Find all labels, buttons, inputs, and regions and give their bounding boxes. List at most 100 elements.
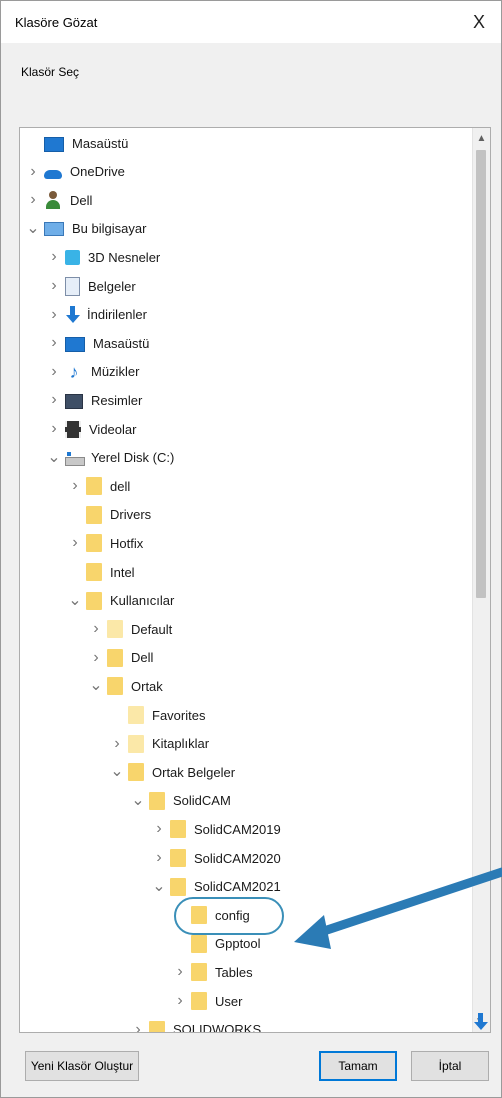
chevron-right-icon[interactable]: › [43, 363, 65, 381]
tree-item-label: Masaüstü [93, 335, 150, 351]
tree-item[interactable]: › SOLIDWORKS [127, 1017, 263, 1032]
chevron-right-icon[interactable]: › [64, 534, 86, 552]
computer-icon [44, 222, 64, 237]
chevron-right-icon[interactable]: › [169, 992, 191, 1010]
tree-item[interactable]: ⌄ SolidCAM2021 [148, 874, 283, 900]
chevron-down-icon[interactable]: ⌄ [106, 764, 128, 780]
cancel-button[interactable]: İptal [411, 1051, 489, 1081]
ok-button[interactable]: Tamam [319, 1051, 397, 1081]
tree-item[interactable]: › Dell [22, 187, 94, 213]
chevron-right-icon[interactable]: › [43, 420, 65, 438]
tree-item-label: Favorites [152, 707, 206, 723]
tree-item-label: Intel [110, 564, 135, 580]
chevron-right-icon[interactable]: › [106, 735, 128, 753]
tree-item[interactable]: › 3D Nesneler [43, 244, 162, 270]
chevron-right-icon[interactable]: › [43, 277, 65, 295]
tree-item[interactable]: ⌄ Ortak [85, 673, 165, 699]
chevron-right-icon[interactable]: › [127, 1021, 149, 1032]
chevron-right-icon[interactable]: › [43, 391, 65, 409]
chevron-right-icon[interactable]: › [169, 963, 191, 981]
tree-item-label: Dell [70, 192, 93, 208]
dialog-prompt: Klasör Seç [21, 65, 80, 79]
vertical-scrollbar[interactable]: ▲ ▼ [472, 128, 490, 1032]
drive-icon [65, 449, 85, 467]
desktop-icon [44, 136, 64, 152]
tree-item[interactable]: ⌄ SolidCAM [127, 788, 233, 814]
chevron-down-icon[interactable]: ⌄ [43, 449, 65, 465]
tree-item[interactable]: ⌄ Ortak Belgeler [106, 759, 237, 785]
chevron-right-icon[interactable]: › [43, 248, 65, 266]
tree-item-label: Yerel Disk (C:) [91, 450, 175, 466]
tree-item[interactable]: › Videolar [43, 416, 138, 442]
chevron-right-icon[interactable]: › [22, 191, 44, 209]
tree-item-label: 3D Nesneler [88, 249, 161, 265]
chevron-down-icon[interactable]: ⌄ [148, 878, 170, 894]
tree-item[interactable]: › Belgeler [43, 273, 138, 299]
close-icon[interactable]: X [457, 1, 501, 43]
chevron-right-icon[interactable]: › [148, 820, 170, 838]
scroll-down-icon[interactable]: ▼ [473, 1013, 488, 1030]
pictures-icon [65, 393, 83, 409]
tree-item[interactable]: › ♪ Müzikler [43, 359, 141, 385]
tree-item[interactable]: › SolidCAM2019 [148, 816, 283, 842]
folder-icon [191, 963, 207, 982]
tree-item[interactable]: ⌄ Bu bilgisayar [22, 216, 148, 242]
tree-item[interactable]: › User [169, 988, 244, 1014]
folder-icon [86, 563, 102, 581]
chevron-down-icon[interactable]: ⌄ [64, 592, 86, 608]
tree-item-label: Ortak [131, 678, 163, 694]
chevron-right-icon[interactable]: › [85, 620, 107, 638]
chevron-right-icon[interactable]: › [64, 477, 86, 495]
tree-item[interactable]: › Hotfix [64, 530, 145, 556]
chevron-right-icon[interactable]: › [22, 163, 44, 181]
tree-item-label: Default [131, 621, 173, 637]
cube-icon [65, 249, 80, 265]
tree-item[interactable]: Masaüstü [22, 130, 130, 156]
folder-light-icon [128, 706, 144, 724]
scroll-up-icon[interactable]: ▲ [473, 130, 490, 147]
chevron-down-icon[interactable]: ⌄ [22, 220, 44, 236]
title-bar: Klasöre Gözat X [1, 1, 501, 43]
chevron-down-icon[interactable]: ⌄ [85, 678, 107, 694]
folder-icon [128, 763, 144, 782]
folder-light-icon [128, 734, 144, 753]
folder-light-icon [107, 620, 123, 639]
tree-item[interactable]: ⌄ Yerel Disk (C:) [43, 445, 176, 471]
tree-item[interactable]: › Kitaplıklar [106, 731, 211, 757]
tree-item[interactable]: › dell [64, 473, 132, 499]
chevron-right-icon[interactable]: › [148, 849, 170, 867]
new-folder-button[interactable]: Yeni Klasör Oluştur [25, 1051, 139, 1081]
tree-item[interactable]: ⌄ Kullanıcılar [64, 588, 176, 614]
tree-item[interactable]: › Default [85, 616, 174, 642]
tree-item-label: SolidCAM2021 [194, 879, 281, 895]
tree-item[interactable]: › Masaüstü [43, 330, 151, 356]
chevron-down-icon[interactable]: ⌄ [127, 792, 149, 808]
tree-item-label: Tables [215, 964, 253, 980]
tree-item[interactable]: › Tables [169, 959, 255, 985]
download-icon [65, 305, 80, 324]
tree-item-label: SolidCAM2020 [194, 850, 281, 866]
folder-icon [86, 591, 102, 610]
tree-item[interactable]: › Dell [85, 645, 155, 671]
tree-item-label: Gpptool [215, 936, 261, 952]
tree-item[interactable]: › SolidCAM2020 [148, 845, 283, 871]
scroll-thumb[interactable] [476, 150, 486, 598]
tree-item[interactable]: › İndirilenler [43, 302, 149, 328]
document-icon [65, 276, 80, 296]
tree-item[interactable]: › Resimler [43, 387, 144, 413]
tree-item-label: Kullanıcılar [110, 593, 175, 609]
folder-icon [191, 992, 207, 1010]
folder-icon [86, 505, 102, 524]
chevron-right-icon[interactable]: › [43, 306, 65, 324]
tree-item[interactable]: Drivers [64, 502, 153, 528]
folder-icon [170, 877, 186, 896]
folder-icon [107, 648, 123, 667]
chevron-right-icon[interactable]: › [43, 334, 65, 352]
tree-item[interactable]: › OneDrive [22, 159, 127, 185]
tree-item-label: Resimler [91, 392, 143, 408]
tree-item[interactable]: Intel [64, 559, 137, 585]
chevron-right-icon[interactable]: › [85, 649, 107, 667]
tree-item-label: Müzikler [91, 364, 140, 380]
tree-item[interactable]: Favorites [106, 702, 207, 728]
folder-icon [149, 791, 165, 810]
